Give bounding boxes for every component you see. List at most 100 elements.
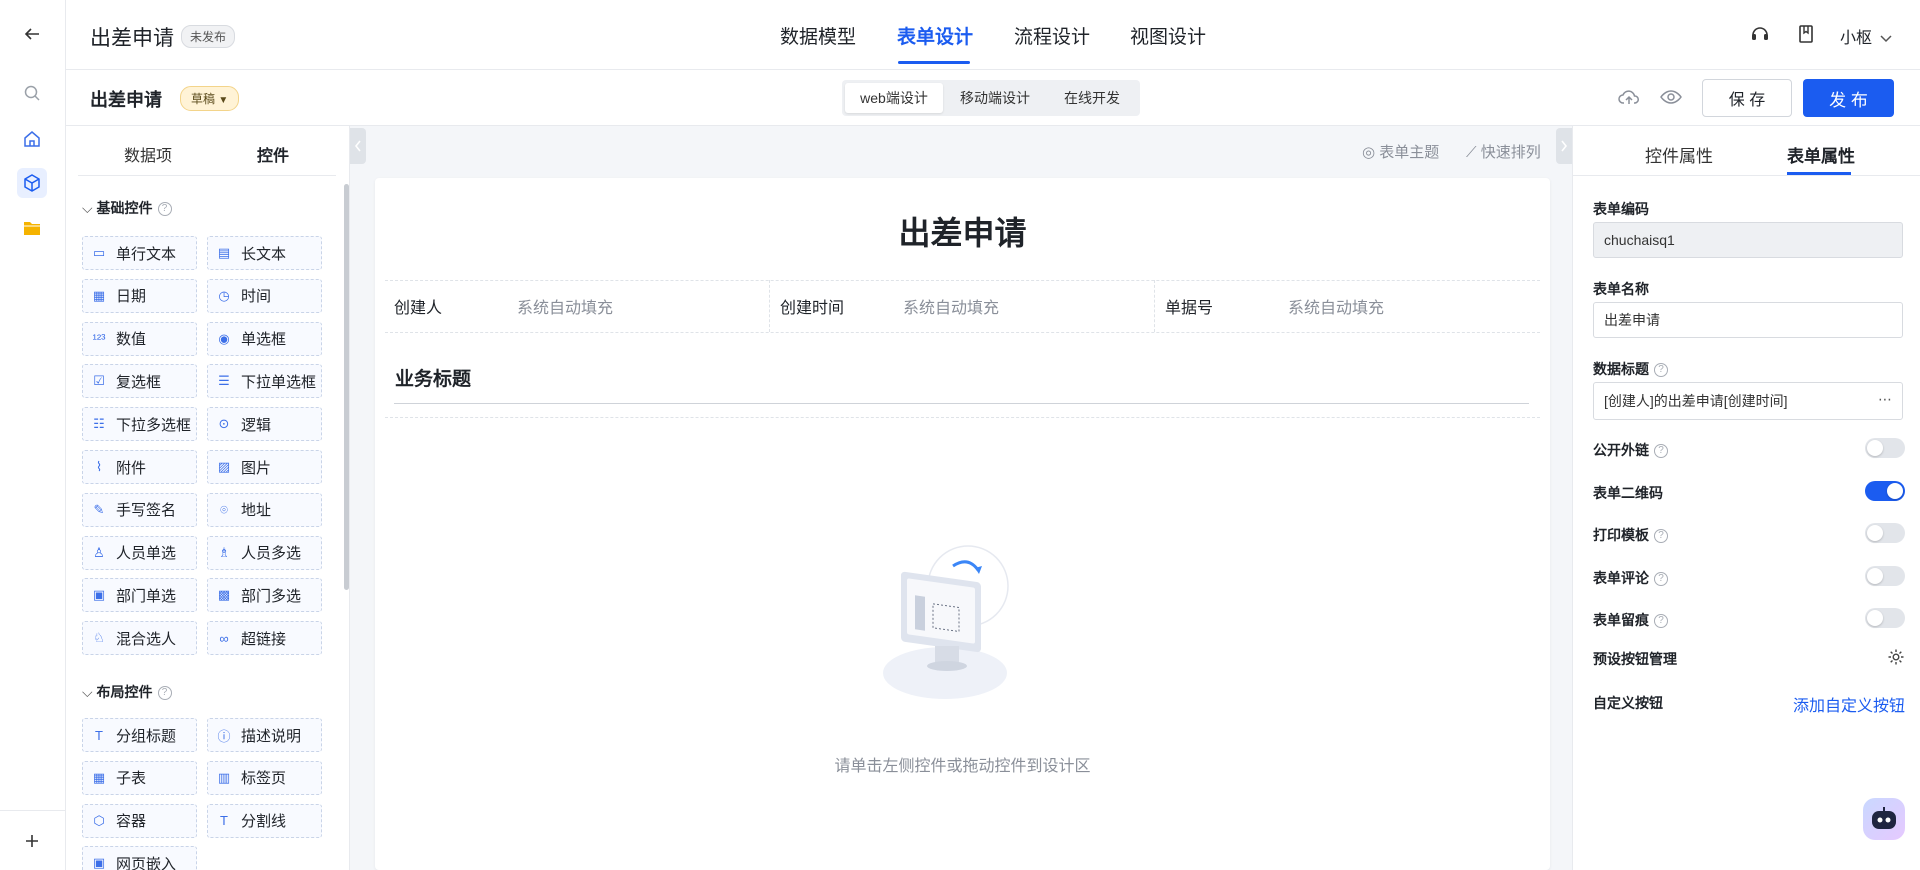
control-pen[interactable]: ✎ 手写签名: [82, 492, 197, 527]
control-image[interactable]: ▨ 图片: [207, 450, 322, 484]
control-webpage[interactable]: ▣ 网页嵌入: [82, 846, 197, 870]
form-code-field: chuchaisq1: [1593, 222, 1903, 258]
control-label: 图片: [241, 459, 272, 477]
control-label: 子表: [116, 770, 147, 788]
control-tabs[interactable]: ▥ 标签页: [207, 760, 322, 795]
back-arrow-icon[interactable]: [17, 19, 47, 49]
add-custom-button-link[interactable]: 添加自定义按钮: [1793, 692, 1905, 716]
control-checkbox[interactable]: ☑ 复选框: [82, 364, 197, 399]
control-link[interactable]: ∞ 超链接: [207, 621, 322, 656]
quick-arrange-button[interactable]: ⟋ 快速排列: [1466, 141, 1541, 162]
save-button[interactable]: 保 存: [1702, 79, 1792, 117]
tab-data-items[interactable]: 数据项: [124, 142, 172, 166]
control-dropdown-multi[interactable]: ☷ 下拉多选框: [82, 407, 197, 442]
user-menu[interactable]: 小枢: [1840, 24, 1872, 48]
control-number[interactable]: ¹²³ 数值: [82, 321, 197, 356]
segment-web[interactable]: web端设计: [845, 83, 943, 113]
eye-icon[interactable]: [1660, 90, 1682, 109]
control-long-text[interactable]: ▤ 长文本: [207, 236, 322, 270]
assistant-robot-icon[interactable]: [1863, 798, 1905, 840]
tab-flow-design[interactable]: 流程设计: [1014, 22, 1090, 49]
control-paperclip[interactable]: ⌇ 附件: [82, 450, 197, 484]
toggle-label: 表单二维码: [1593, 483, 1663, 503]
control-clock[interactable]: ◷ 时间: [207, 278, 322, 313]
help-icon[interactable]: ?: [1654, 529, 1668, 544]
control-calendar[interactable]: ▦ 日期: [82, 278, 197, 313]
chevron-down-icon[interactable]: [1880, 30, 1892, 48]
form-theme-button[interactable]: ◎ 表单主题: [1362, 141, 1439, 162]
control-label: 网页嵌入: [116, 855, 177, 870]
cube-icon[interactable]: [17, 168, 47, 198]
folder-icon[interactable]: [17, 213, 47, 243]
control-toggle[interactable]: ⊙ 逻辑: [207, 407, 322, 442]
toggle-switch[interactable]: [1865, 565, 1905, 586]
tab-form-design[interactable]: 表单设计: [897, 22, 973, 49]
control-help-circle[interactable]: ⓘ 描述说明: [207, 718, 322, 752]
field-label-doc-number[interactable]: 单据号: [1165, 294, 1213, 318]
form-name-field[interactable]: 出差申请: [1593, 302, 1903, 338]
search-icon[interactable]: [17, 78, 47, 108]
control-users[interactable]: ♗ 人员多选: [207, 535, 322, 570]
control-label: 超链接: [241, 630, 287, 648]
help-icon[interactable]: ?: [157, 202, 172, 217]
control-table[interactable]: ▦ 子表: [82, 760, 197, 795]
mixed-user-icon: ♘: [93, 630, 105, 646]
tab-controls[interactable]: 控件: [257, 142, 289, 166]
section-basic-controls[interactable]: ⌵ 基础控件?: [82, 198, 172, 218]
toggle-switch[interactable]: [1865, 608, 1905, 628]
control-location-pin[interactable]: ⌾ 地址: [207, 492, 322, 527]
section-layout-controls[interactable]: ⌵ 布局控件?: [82, 682, 172, 702]
segment-online-dev[interactable]: 在线开发: [1047, 83, 1137, 113]
home-icon[interactable]: [17, 124, 47, 154]
publish-button[interactable]: 发 布: [1803, 79, 1894, 117]
control-department[interactable]: ▣ 部门单选: [82, 578, 197, 613]
control-single-line-text[interactable]: ▭ 单行文本: [82, 236, 197, 270]
book-icon[interactable]: [1797, 24, 1815, 49]
help-icon[interactable]: ?: [1654, 363, 1668, 378]
toggle-switch[interactable]: [1865, 480, 1905, 501]
control-divider[interactable]: T 分割线: [207, 803, 322, 838]
field-divider: [1154, 280, 1155, 332]
more-icon[interactable]: ⋯: [1878, 391, 1892, 408]
panel-scrollbar[interactable]: [344, 184, 349, 590]
segment-mobile[interactable]: 移动端设计: [943, 83, 1047, 113]
collapse-left-handle[interactable]: [350, 128, 366, 164]
gear-icon[interactable]: [1887, 648, 1905, 671]
control-panel: 数据项 控件 ⌵ 基础控件? ▭ 单行文本 ▤ 长文本 ▦ 日期 ◷ 时间 ¹²³ 数值 ◉ 单选框 ☑…: [66, 126, 350, 870]
help-icon[interactable]: ?: [1654, 614, 1668, 629]
control-mixed-user[interactable]: ♘ 混合选人: [82, 621, 197, 656]
control-label: 容器: [116, 813, 147, 831]
plus-icon[interactable]: [17, 826, 47, 856]
field-label-created-time[interactable]: 创建时间: [780, 294, 844, 318]
tab-data-model[interactable]: 数据模型: [780, 22, 856, 49]
control-user[interactable]: ♙ 人员单选: [82, 535, 197, 570]
form-canvas[interactable]: 出差申请 创建人 系统自动填充 创建时间 系统自动填充 单据号 系统自动填充 业…: [375, 178, 1550, 870]
control-group-title[interactable]: T 分组标题: [82, 718, 197, 752]
headset-icon[interactable]: [1750, 24, 1770, 49]
control-dropdown-single[interactable]: ☰ 下拉单选框: [207, 364, 322, 399]
data-title-field[interactable]: [创建人]的出差申请[创建时间] ⋯: [1593, 382, 1903, 420]
help-icon[interactable]: ?: [1654, 444, 1668, 459]
tabs-icon: ▥: [217, 769, 231, 785]
field-label-creator[interactable]: 创建人: [394, 294, 442, 318]
help-icon[interactable]: ?: [157, 686, 172, 701]
control-label: 部门多选: [241, 587, 302, 605]
tab-control-properties[interactable]: 控件属性: [1645, 142, 1713, 167]
form-toolbar: 出差申请 草稿 ▼ web端设计 移动端设计 在线开发 保 存 发 布: [66, 70, 1920, 126]
collapse-right-handle[interactable]: [1556, 128, 1572, 164]
control-radio[interactable]: ◉ 单选框: [207, 321, 322, 356]
control-departments[interactable]: ▩ 部门多选: [207, 578, 322, 613]
tab-form-properties[interactable]: 表单属性: [1787, 142, 1855, 167]
tab-view-design[interactable]: 视图设计: [1130, 22, 1206, 49]
help-icon[interactable]: ?: [1654, 571, 1668, 586]
draft-dropdown[interactable]: 草稿 ▼: [180, 86, 240, 111]
control-container[interactable]: ⬡ 容器: [82, 803, 197, 838]
control-label: 部门单选: [116, 587, 177, 605]
data-title-text: 数据标题: [1593, 361, 1649, 377]
toggle-switch[interactable]: [1865, 523, 1905, 543]
cloud-upload-icon[interactable]: [1618, 88, 1640, 111]
toggle-switch[interactable]: [1865, 438, 1905, 458]
business-title[interactable]: 业务标题: [395, 364, 471, 391]
calendar-icon: ▦: [92, 287, 106, 303]
long-text-icon: ▤: [217, 245, 231, 260]
